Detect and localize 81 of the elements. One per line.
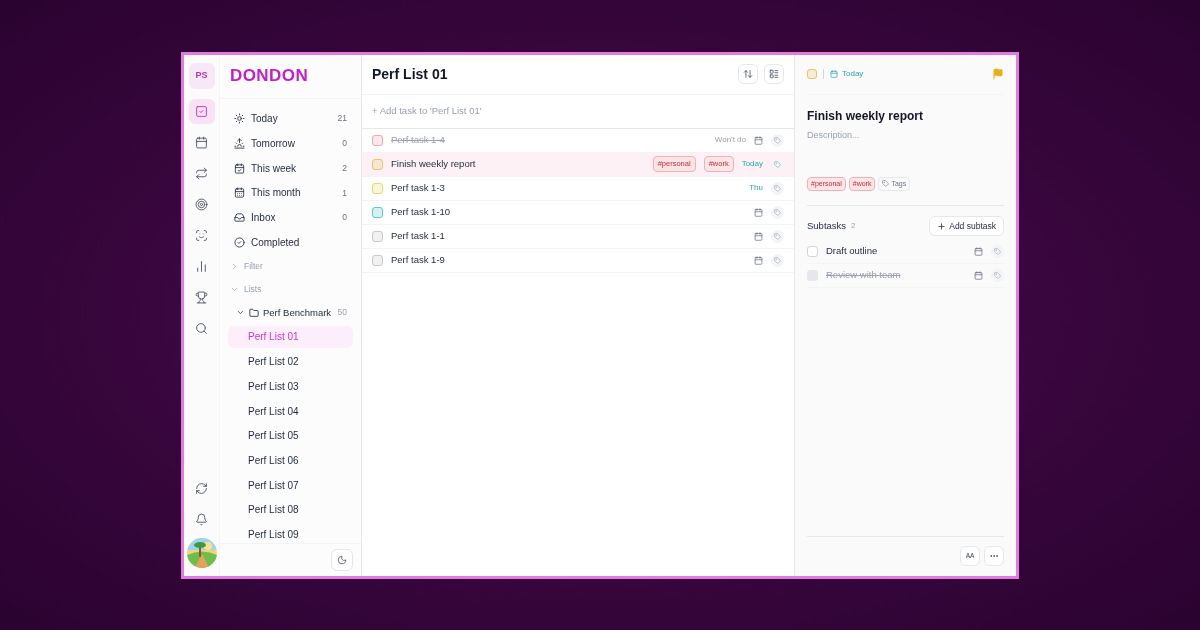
layout-icon <box>769 69 779 79</box>
tag-icon <box>882 180 890 188</box>
add-task-field[interactable]: + Add task to 'Perf List 01' <box>372 103 784 119</box>
check-circle-icon <box>234 236 245 248</box>
subtasks-count: 2 <box>851 220 857 232</box>
task-row[interactable]: Perf task 1-9 <box>362 248 794 273</box>
list-item[interactable]: Perf List 01 <box>228 325 353 348</box>
tag-icon[interactable] <box>991 269 1004 282</box>
list-item[interactable]: Perf List 02 <box>228 350 353 373</box>
layout-button[interactable] <box>764 64 784 84</box>
list-item[interactable]: Perf List 04 <box>228 400 353 423</box>
task-status: Won't do <box>714 134 746 146</box>
list-item[interactable]: Perf List 06 <box>228 449 353 472</box>
task-checkbox[interactable] <box>372 230 383 242</box>
task-checkbox[interactable] <box>372 206 383 218</box>
task-checkbox[interactable] <box>372 182 383 194</box>
inbox-icon <box>234 212 245 224</box>
folder-icon <box>249 307 259 318</box>
task-checkbox[interactable] <box>372 158 383 170</box>
user-initials[interactable]: PS <box>188 62 215 89</box>
subtask-checkbox[interactable] <box>807 246 818 257</box>
list-item[interactable]: Perf List 03 <box>228 375 353 398</box>
calendar-icon[interactable] <box>754 255 763 265</box>
tag-icon[interactable] <box>771 229 784 243</box>
task-row[interactable]: Perf task 1-3 Thu <box>362 176 794 201</box>
list-item[interactable]: Perf List 08 <box>228 498 353 521</box>
task-title: Perf task 1-1 <box>391 228 446 243</box>
more-button[interactable] <box>984 546 1004 566</box>
list-item[interactable]: Perf List 09 <box>228 523 353 543</box>
list-item[interactable]: Perf List 05 <box>228 424 353 447</box>
subtasks-label: Subtasks <box>807 218 847 233</box>
tag-icon[interactable] <box>991 245 1004 258</box>
task-title: Finish weekly report <box>391 156 477 171</box>
calendar-icon[interactable] <box>754 207 763 217</box>
calendar-icon[interactable] <box>974 247 983 256</box>
priority-checkbox[interactable] <box>807 69 817 79</box>
sort-button[interactable] <box>738 64 758 84</box>
subtask-title: Review with team <box>826 268 902 283</box>
task-title: Perf task 1-3 <box>391 180 446 195</box>
list-item[interactable]: Perf List 07 <box>228 474 353 497</box>
subtask-row[interactable]: Draft outline <box>807 240 1004 264</box>
folder-item[interactable]: Perf Benchmark 50 <box>228 300 353 325</box>
description-field[interactable]: Description... <box>807 128 1004 177</box>
plus-icon <box>937 221 947 231</box>
flag-icon[interactable] <box>992 68 1004 80</box>
checkbox-icon[interactable] <box>188 98 215 124</box>
sort-icon <box>743 69 753 79</box>
task-title: Perf task 1-4 <box>391 132 446 147</box>
task-checkbox[interactable] <box>372 254 383 266</box>
calendar-icon[interactable] <box>974 271 983 280</box>
tag-icon[interactable] <box>771 205 784 219</box>
dark-mode-button[interactable] <box>331 548 353 571</box>
nav-item[interactable]: Tomorrow 0 <box>228 131 353 156</box>
chevron-right-icon <box>230 262 239 272</box>
nav-item[interactable]: This week 2 <box>228 155 353 181</box>
task-row[interactable]: Perf task 1-10 <box>362 200 794 225</box>
nav-item[interactable]: This month 1 <box>228 180 353 206</box>
nav-item[interactable]: Today 21 <box>228 106 353 132</box>
logo: DONDON <box>230 65 309 88</box>
sun-icon <box>234 113 245 125</box>
list-title: Perf List 01 <box>372 64 449 84</box>
nav-item[interactable]: Inbox 0 <box>228 205 353 230</box>
tag-icon[interactable] <box>771 133 784 147</box>
task-title: Perf task 1-10 <box>391 204 452 219</box>
task-title: Perf task 1-9 <box>391 252 446 267</box>
nav-item[interactable]: Completed <box>228 229 353 255</box>
sunrise-icon <box>234 138 245 150</box>
moon-icon <box>337 554 347 565</box>
task-checkbox[interactable] <box>372 134 383 146</box>
tag-icon[interactable] <box>771 253 784 267</box>
tag-icon[interactable] <box>771 181 784 195</box>
tag-icon[interactable] <box>771 157 784 171</box>
task-title[interactable]: Finish weekly report <box>807 106 1004 125</box>
calendar-icon <box>830 70 838 78</box>
subtask-title: Draft outline <box>826 244 879 259</box>
calendar-icon[interactable] <box>754 231 763 241</box>
add-subtask-button[interactable]: Add subtask <box>929 216 1004 236</box>
task-row[interactable]: Perf task 1-1 <box>362 224 794 249</box>
calendar-icon[interactable] <box>754 135 763 145</box>
calendar-icon <box>234 187 245 199</box>
calendar-icon <box>234 162 245 174</box>
